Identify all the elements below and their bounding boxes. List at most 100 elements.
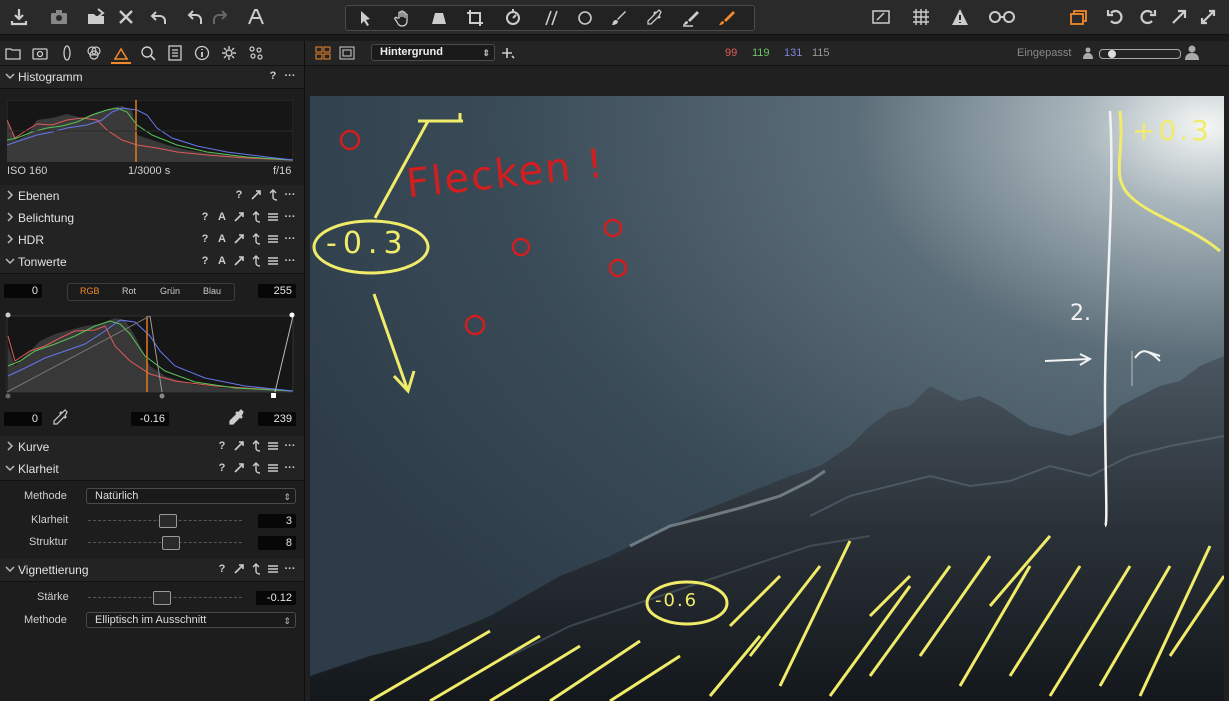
reset-icon[interactable] (250, 563, 262, 575)
channel-blue[interactable]: Blau (203, 286, 221, 296)
copy-apply-icon[interactable] (233, 233, 245, 245)
slider-knob[interactable] (153, 591, 171, 605)
slider-knob[interactable] (1108, 50, 1116, 58)
reset-icon[interactable] (250, 211, 262, 223)
undo-icon[interactable] (183, 6, 207, 28)
more-icon[interactable]: ··· (284, 462, 296, 474)
presets-icon[interactable] (267, 255, 279, 267)
copy-apply-icon[interactable] (233, 462, 245, 474)
auto-icon[interactable]: A (216, 233, 228, 245)
help-icon[interactable]: ? (199, 233, 211, 245)
vignette-amount-value[interactable]: -0.12 (256, 591, 296, 605)
levels-section-header[interactable]: Tonwerte ? A ··· (0, 251, 304, 274)
edit-mask-icon[interactable] (869, 6, 893, 28)
copy-apply-icon[interactable] (233, 563, 245, 575)
straighten-icon[interactable] (536, 8, 566, 28)
help-icon[interactable]: ? (199, 255, 211, 267)
crop-icon[interactable] (460, 8, 490, 28)
reset-icon[interactable] (250, 255, 262, 267)
help-icon[interactable]: ? (199, 211, 211, 223)
presets-icon[interactable] (267, 233, 279, 245)
presets-icon[interactable] (267, 211, 279, 223)
clarity-method-select[interactable]: Natürlich ⇕ (86, 488, 296, 504)
layers-section-header[interactable]: Ebenen ? ··· (0, 185, 304, 208)
structure-value[interactable]: 8 (258, 536, 296, 550)
text-annotation-icon[interactable] (244, 6, 268, 28)
more-icon[interactable]: ··· (284, 233, 296, 245)
help-icon[interactable]: ? (216, 563, 228, 575)
white-picker-icon[interactable] (228, 409, 246, 427)
loupe-icon[interactable] (986, 6, 1018, 28)
clarity-amount-value[interactable]: 3 (258, 514, 296, 528)
channel-rgb[interactable]: RGB (80, 286, 100, 296)
capture-tab[interactable] (30, 44, 50, 62)
exposure-section-header[interactable]: Belichtung ? A ··· (0, 207, 304, 230)
clarity-section-header[interactable]: Klarheit ? ··· (0, 458, 304, 481)
styles-tab[interactable] (246, 44, 266, 62)
camera-icon[interactable] (47, 6, 71, 28)
reset-icon[interactable] (250, 233, 262, 245)
import-icon[interactable] (7, 6, 31, 28)
vignette-section-header[interactable]: Vignettierung ? ··· (0, 559, 304, 582)
levels-input-low[interactable]: 0 (4, 284, 42, 298)
reset-icon[interactable] (267, 189, 279, 201)
rotate-left-icon[interactable] (1104, 6, 1128, 28)
more-icon[interactable]: ··· (284, 211, 296, 223)
more-icon[interactable]: ··· (284, 563, 296, 575)
pan-icon[interactable] (388, 8, 418, 28)
slider-knob[interactable] (162, 536, 180, 550)
info-tab[interactable] (192, 44, 212, 62)
levels-output-low[interactable]: 0 (4, 412, 42, 426)
presets-icon[interactable] (267, 462, 279, 474)
settings-icon[interactable] (1196, 6, 1220, 28)
levels-midtone[interactable]: -0.16 (131, 412, 169, 426)
library-tab[interactable] (3, 44, 23, 62)
delete-icon[interactable] (114, 6, 138, 28)
help-icon[interactable]: ? (267, 70, 279, 82)
metadata-tab[interactable] (165, 44, 185, 62)
add-layer-icon[interactable] (501, 45, 515, 61)
keystone-icon[interactable] (424, 8, 454, 28)
single-view-icon[interactable] (339, 45, 355, 61)
image-viewer[interactable]: Flecken ! -0.3 -0.6 +0.3 2. (305, 66, 1229, 701)
help-icon[interactable]: ? (233, 189, 245, 201)
select-icon[interactable] (352, 8, 382, 28)
reset-icon[interactable] (250, 462, 262, 474)
help-icon[interactable]: ? (216, 462, 228, 474)
black-picker-icon[interactable] (52, 409, 70, 427)
help-icon[interactable]: ? (216, 440, 228, 452)
reset-icon[interactable] (250, 440, 262, 452)
export-icon[interactable] (84, 6, 108, 28)
circle-icon[interactable] (570, 8, 600, 28)
warning-icon[interactable] (948, 6, 972, 28)
adjustments-tab[interactable] (219, 44, 239, 62)
more-icon[interactable]: ··· (284, 440, 296, 452)
multi-view-icon[interactable] (315, 45, 331, 61)
more-icon[interactable]: ··· (284, 70, 296, 82)
copy-apply-icon[interactable] (233, 211, 245, 223)
histogram-section-header[interactable]: Histogramm ? ··· (0, 66, 304, 89)
more-icon[interactable]: ··· (284, 189, 296, 201)
details-tab[interactable] (138, 44, 158, 62)
brush-icon[interactable] (604, 8, 634, 28)
auto-icon[interactable]: A (216, 211, 228, 223)
presets-icon[interactable] (267, 440, 279, 452)
channel-red[interactable]: Rot (122, 286, 136, 296)
lens-tab[interactable] (57, 44, 77, 62)
zoom-slider[interactable] (1099, 49, 1181, 59)
structure-slider[interactable] (88, 536, 242, 550)
levels-input-high[interactable]: 255 (258, 284, 296, 298)
color-tab[interactable] (84, 44, 104, 62)
variants-icon[interactable] (1067, 6, 1091, 28)
hdr-section-header[interactable]: HDR ? A ··· (0, 229, 304, 252)
photo-canvas[interactable]: Flecken ! -0.3 -0.6 +0.3 2. (310, 96, 1224, 701)
vignette-method-select[interactable]: Elliptisch im Ausschnitt ⇕ (86, 612, 296, 628)
layer-select[interactable]: Hintergrund ⇕ (371, 44, 495, 61)
presets-icon[interactable] (267, 563, 279, 575)
annotate-pen-icon[interactable] (712, 8, 742, 28)
more-icon[interactable]: ··· (284, 255, 296, 267)
undo-all-icon[interactable] (147, 6, 171, 28)
fullscreen-icon[interactable] (1167, 6, 1191, 28)
redo-icon[interactable] (208, 6, 232, 28)
clarity-slider[interactable] (88, 514, 242, 528)
